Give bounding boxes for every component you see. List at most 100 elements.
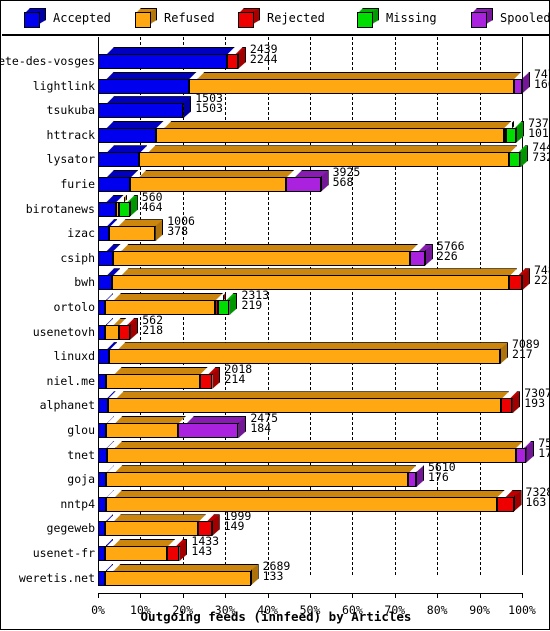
cube-icon [471,8,493,28]
bar-segment-accepted [98,521,105,537]
y-axis-label: ortolo [53,300,95,314]
x-axis-tick-mark [310,593,311,598]
bar-segment-spooled [515,447,527,463]
y-axis-label: lysator [46,152,95,167]
bar-segment-refused [109,349,500,365]
bar-segment-spooled [286,177,321,192]
bar-row [98,268,530,291]
y-axis-label: tnet [67,447,95,462]
bar-value-label: 73701019 [528,117,550,139]
y-axis-label: gegeweb [46,521,95,536]
x-axis-tick-mark [437,593,439,598]
bar-segment-refused [104,521,198,537]
bar-value-label: 7328 163 [526,486,550,508]
y-axis-label: httrack [46,127,95,142]
bar-segment-rejected [167,546,180,561]
bar-segment-missing [509,152,521,168]
bar-row [98,416,522,439]
x-axis-tick-mark [352,593,354,598]
bar-segment-accepted [98,127,156,143]
x-axis-title: Outgoing feeds (innfeed) by Articles [140,609,412,624]
bar-segment-accepted [98,275,113,291]
bar-value-label: 2439 2244 [250,43,278,65]
bar-segment-spooled [408,472,416,488]
cube-icon [135,8,157,28]
bar-segment-refused [188,78,514,94]
grid-area: 24392244 74771603 15031503 73701019 7447732 3… [98,37,550,593]
x-axis-tick-mark [267,593,269,598]
bar-segment-refused [106,373,200,389]
bar-segment-missing [118,201,130,217]
bar-segment-accepted [98,103,184,119]
bar-value-label: 1006 378 [167,215,195,237]
bar-row [98,120,525,144]
bar-value-label: 560 464 [141,191,163,214]
bar-row [98,514,522,537]
bar-segment-missing [217,300,230,315]
bar-segment-side-spooled [416,465,424,488]
x-axis-tick-mark [522,593,523,598]
bar-segment-rejected [509,275,522,291]
legend-label: Missing [386,11,437,25]
y-axis-label: glou [67,423,95,437]
bar-segment-accepted [98,300,106,315]
bar-segment-accepted [98,226,110,242]
bar-segment-accepted [98,373,106,389]
bar-value-label: 2689 133 [263,560,291,582]
bar-segment-side-spooled [522,71,530,94]
bar-row [98,563,522,587]
bar-row [98,145,529,168]
bar-value-label: 562 218 [142,314,163,337]
cube-icon [24,8,46,28]
y-axis-label: goja [67,472,95,487]
bar-segment-accepted [98,349,110,365]
bar-segment-spooled [513,78,522,94]
chart-legend: Accepted Refused Rejected Missing Spooled [2,2,550,36]
bar-segment-refused [106,423,178,438]
bar-row [98,489,522,513]
y-axis-label: tsukuba [46,103,95,118]
bar-segment-rejected [226,54,238,69]
plot-area: bete-des-vosges lightlink tsukuba httrack ly… [0,37,550,593]
bar-segment-accepted [98,423,107,438]
bar-segment-refused [112,250,411,266]
bar-segment-refused [109,226,156,242]
bar-value-label: 7583178 [538,437,550,459]
bar-segment-rejected [501,398,513,414]
y-axis-label: niel.me [46,373,95,388]
bar-segment-refused [106,472,409,488]
bar-value-label: 1503 1503 [195,92,223,116]
bar-value-label: 1433 143 [191,535,219,557]
bar-segment-refused [105,324,119,340]
bar-segment-accepted [98,398,108,414]
x-axis-tick-mark [225,593,227,598]
bar-segment-accepted [98,496,107,512]
bar-secondary-value: 225 [534,273,550,288]
bar-secondary-value: 1503 [195,101,223,116]
legend-item-missing: Missing [357,8,437,28]
bar-value-label: 7484225 [534,265,550,288]
y-axis-label: alphanet [39,398,95,413]
x-axis-tick-mark [182,593,184,598]
bar-segment-accepted [98,324,106,340]
legend-label: Refused [164,11,215,25]
bar-value-label: 7307 193 [524,388,550,410]
bar-secondary-value: 464 [141,199,163,214]
legend-item-accepted: Accepted [24,8,111,28]
bar-segment-refused [139,152,510,168]
bar-value-label: 5610 176 [428,461,456,483]
legend-label: Spooled [500,11,550,25]
bar-segment-accepted [98,570,105,586]
bar-value-label: 2018 214 [224,363,252,385]
bar-segment-rejected [118,324,131,340]
bar-segment-accepted [98,447,107,463]
bar-row [98,47,522,70]
legend-item-spooled: Spooled [471,8,550,28]
y-axis-label: lightlink [32,78,95,93]
bar-segment-accepted [98,54,227,69]
bar-row [98,71,530,95]
legend-label: Rejected [267,11,325,25]
y-axis-labels: bete-des-vosges lightlink tsukuba httrack ly… [0,37,95,593]
bar-secondary-value: 218 [142,322,163,337]
legend-item-refused: Refused [135,8,215,28]
